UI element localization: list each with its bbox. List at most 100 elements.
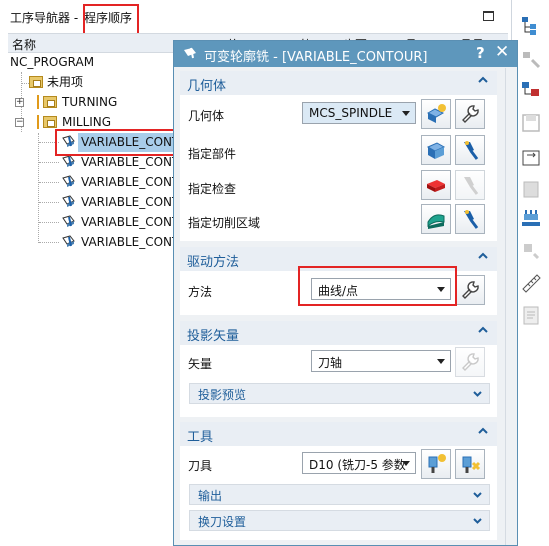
geometry-navigator-icon[interactable] <box>520 80 542 102</box>
machine-tool-icon[interactable] <box>520 206 542 228</box>
flashlight-icon <box>464 141 479 160</box>
drive-method-value: 曲线/点 <box>318 284 359 298</box>
edit-drive-method-button[interactable] <box>455 275 485 305</box>
expand-chevron-icon[interactable] <box>473 389 482 398</box>
output-header[interactable]: 输出 <box>189 484 490 505</box>
drive-method-section-header[interactable]: 驱动方法 <box>180 247 497 271</box>
collapse-chevron-icon[interactable] <box>478 325 488 335</box>
specify-check-label: 指定检查 <box>188 182 237 196</box>
tree-item-operation[interactable]: VARIABLE_CONT <box>81 153 179 172</box>
vector-value: 刀轴 <box>318 356 343 370</box>
tree-item-operation[interactable]: VARIABLE_CONT <box>81 213 179 232</box>
tree-item-turning[interactable]: TURNING <box>62 93 117 112</box>
tool-select[interactable]: D10 (铣刀-5 参数 <box>302 452 416 474</box>
tool-section-header[interactable]: 工具 <box>180 422 497 446</box>
dropdown-arrow-icon <box>402 111 410 116</box>
dialog-title-bar[interactable]: 可变轮廓铣 - [VARIABLE_CONTOUR] ? ✕ <box>174 41 517 67</box>
edit-tool-icon <box>462 456 481 473</box>
tree-line <box>39 162 59 163</box>
expand-chevron-icon[interactable] <box>473 490 482 499</box>
projection-vector-heading: 投影矢量 <box>187 329 240 344</box>
display-check-button[interactable] <box>455 170 485 200</box>
program-order-view-label[interactable]: 程序顺序 <box>84 11 132 25</box>
projection-vector-section-header[interactable]: 投影矢量 <box>180 321 497 345</box>
tool-section: 工具 刀具 D10 (铣刀-5 参数 输出 换刀设置 <box>180 422 497 540</box>
cut-area-icon <box>427 214 445 229</box>
clipboard-icon[interactable] <box>520 178 542 200</box>
expand-icon[interactable]: + <box>15 98 24 107</box>
help-button[interactable]: ? <box>476 44 485 62</box>
display-cut-area-button[interactable] <box>455 204 485 234</box>
flashlight-icon <box>464 177 479 195</box>
tree-item-operation[interactable]: VARIABLE_CONT <box>81 233 179 252</box>
variable-contour-operation-icon <box>62 155 75 167</box>
tree-item-unused[interactable]: 未用项 <box>47 73 83 92</box>
dialog-scrollbar[interactable] <box>505 68 517 545</box>
variable-contour-operation-icon <box>62 135 75 147</box>
new-tool-icon <box>428 454 446 473</box>
variable-contour-operation-icon <box>62 235 75 247</box>
method-label: 方法 <box>188 285 213 299</box>
collapse-chevron-icon[interactable] <box>478 75 488 85</box>
operation-icon <box>184 47 196 59</box>
document-icon[interactable] <box>520 304 542 326</box>
variable-contour-dialog: 可变轮廓铣 - [VARIABLE_CONTOUR] ? ✕ 几何体 几何体 M… <box>173 40 518 546</box>
tree-root[interactable]: NC_PROGRAM <box>10 53 94 72</box>
select-part-button[interactable] <box>421 135 451 165</box>
new-geometry-button[interactable] <box>421 99 451 129</box>
display-part-button[interactable] <box>455 135 485 165</box>
wrench-icon <box>462 281 479 299</box>
close-button[interactable]: ✕ <box>495 42 509 62</box>
tool-change-settings-label: 换刀设置 <box>198 515 247 529</box>
process-icon[interactable] <box>520 240 542 262</box>
tree-item-operation[interactable]: VARIABLE_CONT <box>81 173 179 192</box>
check-geometry-icon <box>427 180 445 192</box>
folder-icon <box>29 76 43 88</box>
flashlight-icon <box>464 210 479 229</box>
collapse-chevron-icon[interactable] <box>478 251 488 261</box>
operation-navigator-icon[interactable] <box>520 14 542 36</box>
geometry-section-header[interactable]: 几何体 <box>180 71 497 95</box>
variable-contour-operation-icon <box>62 175 75 187</box>
geometry-select[interactable]: MCS_SPINDLE <box>302 102 416 124</box>
tree-item-operation[interactable]: VARIABLE_CONT <box>81 193 179 212</box>
dropdown-arrow-icon <box>437 359 445 364</box>
tree-item-milling[interactable]: MILLING <box>62 113 111 132</box>
select-check-button[interactable] <box>421 170 451 200</box>
transform-icon[interactable] <box>520 146 542 168</box>
drive-method-section: 驱动方法 方法 曲线/点 <box>180 247 497 315</box>
dropdown-arrow-icon <box>437 287 445 292</box>
select-cut-area-button[interactable] <box>421 204 451 234</box>
dialog-title: 可变轮廓铣 - [VARIABLE_CONTOUR] <box>204 50 428 65</box>
vector-select[interactable]: 刀轴 <box>311 350 451 372</box>
status-bar-icon <box>37 115 39 129</box>
save-icon[interactable] <box>520 112 542 134</box>
edit-vector-button[interactable] <box>455 347 485 377</box>
collapse-chevron-icon[interactable] <box>478 426 488 436</box>
tree-line <box>39 142 59 143</box>
edit-geometry-button[interactable] <box>455 99 485 129</box>
drive-method-heading: 驱动方法 <box>187 255 240 270</box>
tool-label: 刀具 <box>188 459 213 473</box>
projection-preview-header[interactable]: 投影预览 <box>189 383 490 404</box>
tool-navigator-icon[interactable] <box>520 48 542 70</box>
new-tool-button[interactable] <box>421 449 451 479</box>
tree-item-operation[interactable]: VARIABLE_CONT <box>81 133 179 152</box>
column-name[interactable]: 名称 <box>12 36 36 53</box>
specify-part-label: 指定部件 <box>188 147 237 161</box>
tool-change-settings-header[interactable]: 换刀设置 <box>189 510 490 531</box>
expand-chevron-icon[interactable] <box>473 516 482 525</box>
tree-line <box>38 133 39 243</box>
drive-method-select[interactable]: 曲线/点 <box>311 278 451 300</box>
tree-line <box>39 182 59 183</box>
variable-contour-operation-icon <box>62 195 75 207</box>
collapse-icon[interactable]: − <box>15 118 24 127</box>
geometry-heading: 几何体 <box>187 79 227 94</box>
maximize-icon[interactable] <box>483 11 494 21</box>
ruler-icon[interactable] <box>520 272 542 294</box>
dropdown-arrow-icon <box>402 461 410 466</box>
status-bar-icon <box>37 95 39 109</box>
tool-value: D10 (铣刀-5 参数 <box>309 458 406 472</box>
specify-cut-area-label: 指定切削区域 <box>188 216 261 230</box>
edit-tool-button[interactable] <box>455 449 485 479</box>
